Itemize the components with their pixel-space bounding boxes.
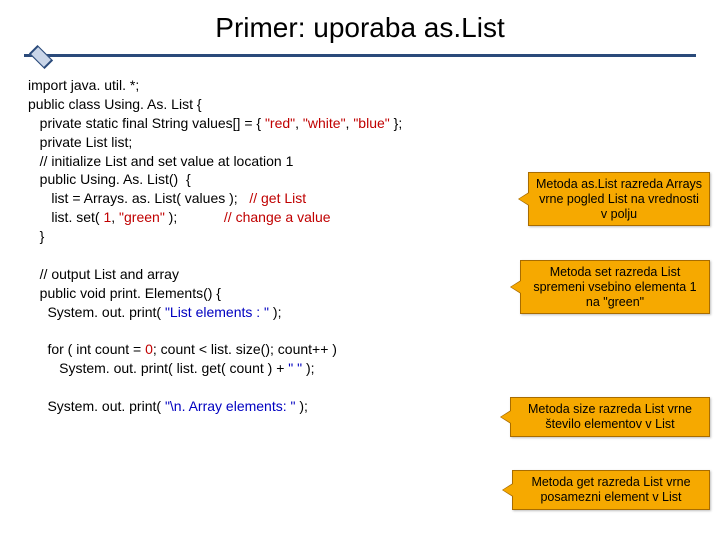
- code-line: for ( int count =: [28, 341, 145, 357]
- code-comment: // output List and array: [28, 266, 179, 282]
- code-line: System. out. print( list. get( count ) +: [28, 360, 288, 376]
- rule-line: [24, 54, 696, 57]
- callout-text: Metoda set razreda List spremeni vsebino…: [533, 265, 696, 309]
- string-literal: "\n. Array elements: ": [165, 398, 296, 414]
- code-line: list = Arrays. as. List( values );: [28, 190, 249, 206]
- code-comment: // change a value: [224, 209, 331, 225]
- callout-text: Metoda size razreda List vrne število el…: [528, 402, 692, 431]
- code-text: ,: [111, 209, 119, 225]
- code-line: System. out. print(: [28, 304, 165, 320]
- callout-set: Metoda set razreda List spremeni vsebino…: [520, 260, 710, 314]
- string-literal: "List elements : ": [165, 304, 269, 320]
- code-line: private List list;: [28, 134, 132, 150]
- code-line: public void print. Elements() {: [28, 285, 221, 301]
- arrow-left-icon: [503, 484, 513, 496]
- code-line: list. set(: [28, 209, 103, 225]
- code-text: ,: [295, 115, 303, 131]
- diamond-icon: [29, 45, 53, 69]
- arrow-left-icon: [519, 193, 529, 205]
- code-line: public Using. As. List() {: [28, 171, 191, 187]
- callout-get: Metoda get razreda List vrne posamezni e…: [512, 470, 710, 510]
- code-text: );: [165, 209, 224, 225]
- callout-size: Metoda size razreda List vrne število el…: [510, 397, 710, 437]
- callout-text: Metoda as.List razreda Arrays vrne pogle…: [536, 177, 702, 221]
- string-literal: " ": [288, 360, 302, 376]
- number-literal: 0: [145, 341, 153, 357]
- code-line: private static final String values[] = {: [28, 115, 265, 131]
- code-line: }: [28, 228, 44, 244]
- code-text: );: [269, 304, 281, 320]
- title-rule: [24, 50, 696, 60]
- arrow-left-icon: [501, 411, 511, 423]
- code-text: ; count < list. size(); count++ ): [153, 341, 337, 357]
- code-text: );: [295, 398, 307, 414]
- callout-text: Metoda get razreda List vrne posamezni e…: [531, 475, 690, 504]
- slide-title: Primer: uporaba as.List: [0, 12, 720, 44]
- code-comment: // initialize List and set value at loca…: [28, 153, 293, 169]
- code-text: };: [390, 115, 402, 131]
- string-literal: "green": [119, 209, 165, 225]
- code-line: public class Using. As. List {: [28, 96, 202, 112]
- code-block: import java. util. *; public class Using…: [28, 76, 720, 416]
- string-literal: "red": [265, 115, 295, 131]
- code-comment: // get List: [249, 190, 306, 206]
- arrow-left-icon: [511, 281, 521, 293]
- code-text: );: [302, 360, 314, 376]
- content-area: import java. util. *; public class Using…: [0, 76, 720, 416]
- code-line: import java. util. *;: [28, 77, 139, 93]
- string-literal: "white": [303, 115, 346, 131]
- code-line: System. out. print(: [28, 398, 165, 414]
- string-literal: "blue": [353, 115, 389, 131]
- callout-aslist: Metoda as.List razreda Arrays vrne pogle…: [528, 172, 710, 226]
